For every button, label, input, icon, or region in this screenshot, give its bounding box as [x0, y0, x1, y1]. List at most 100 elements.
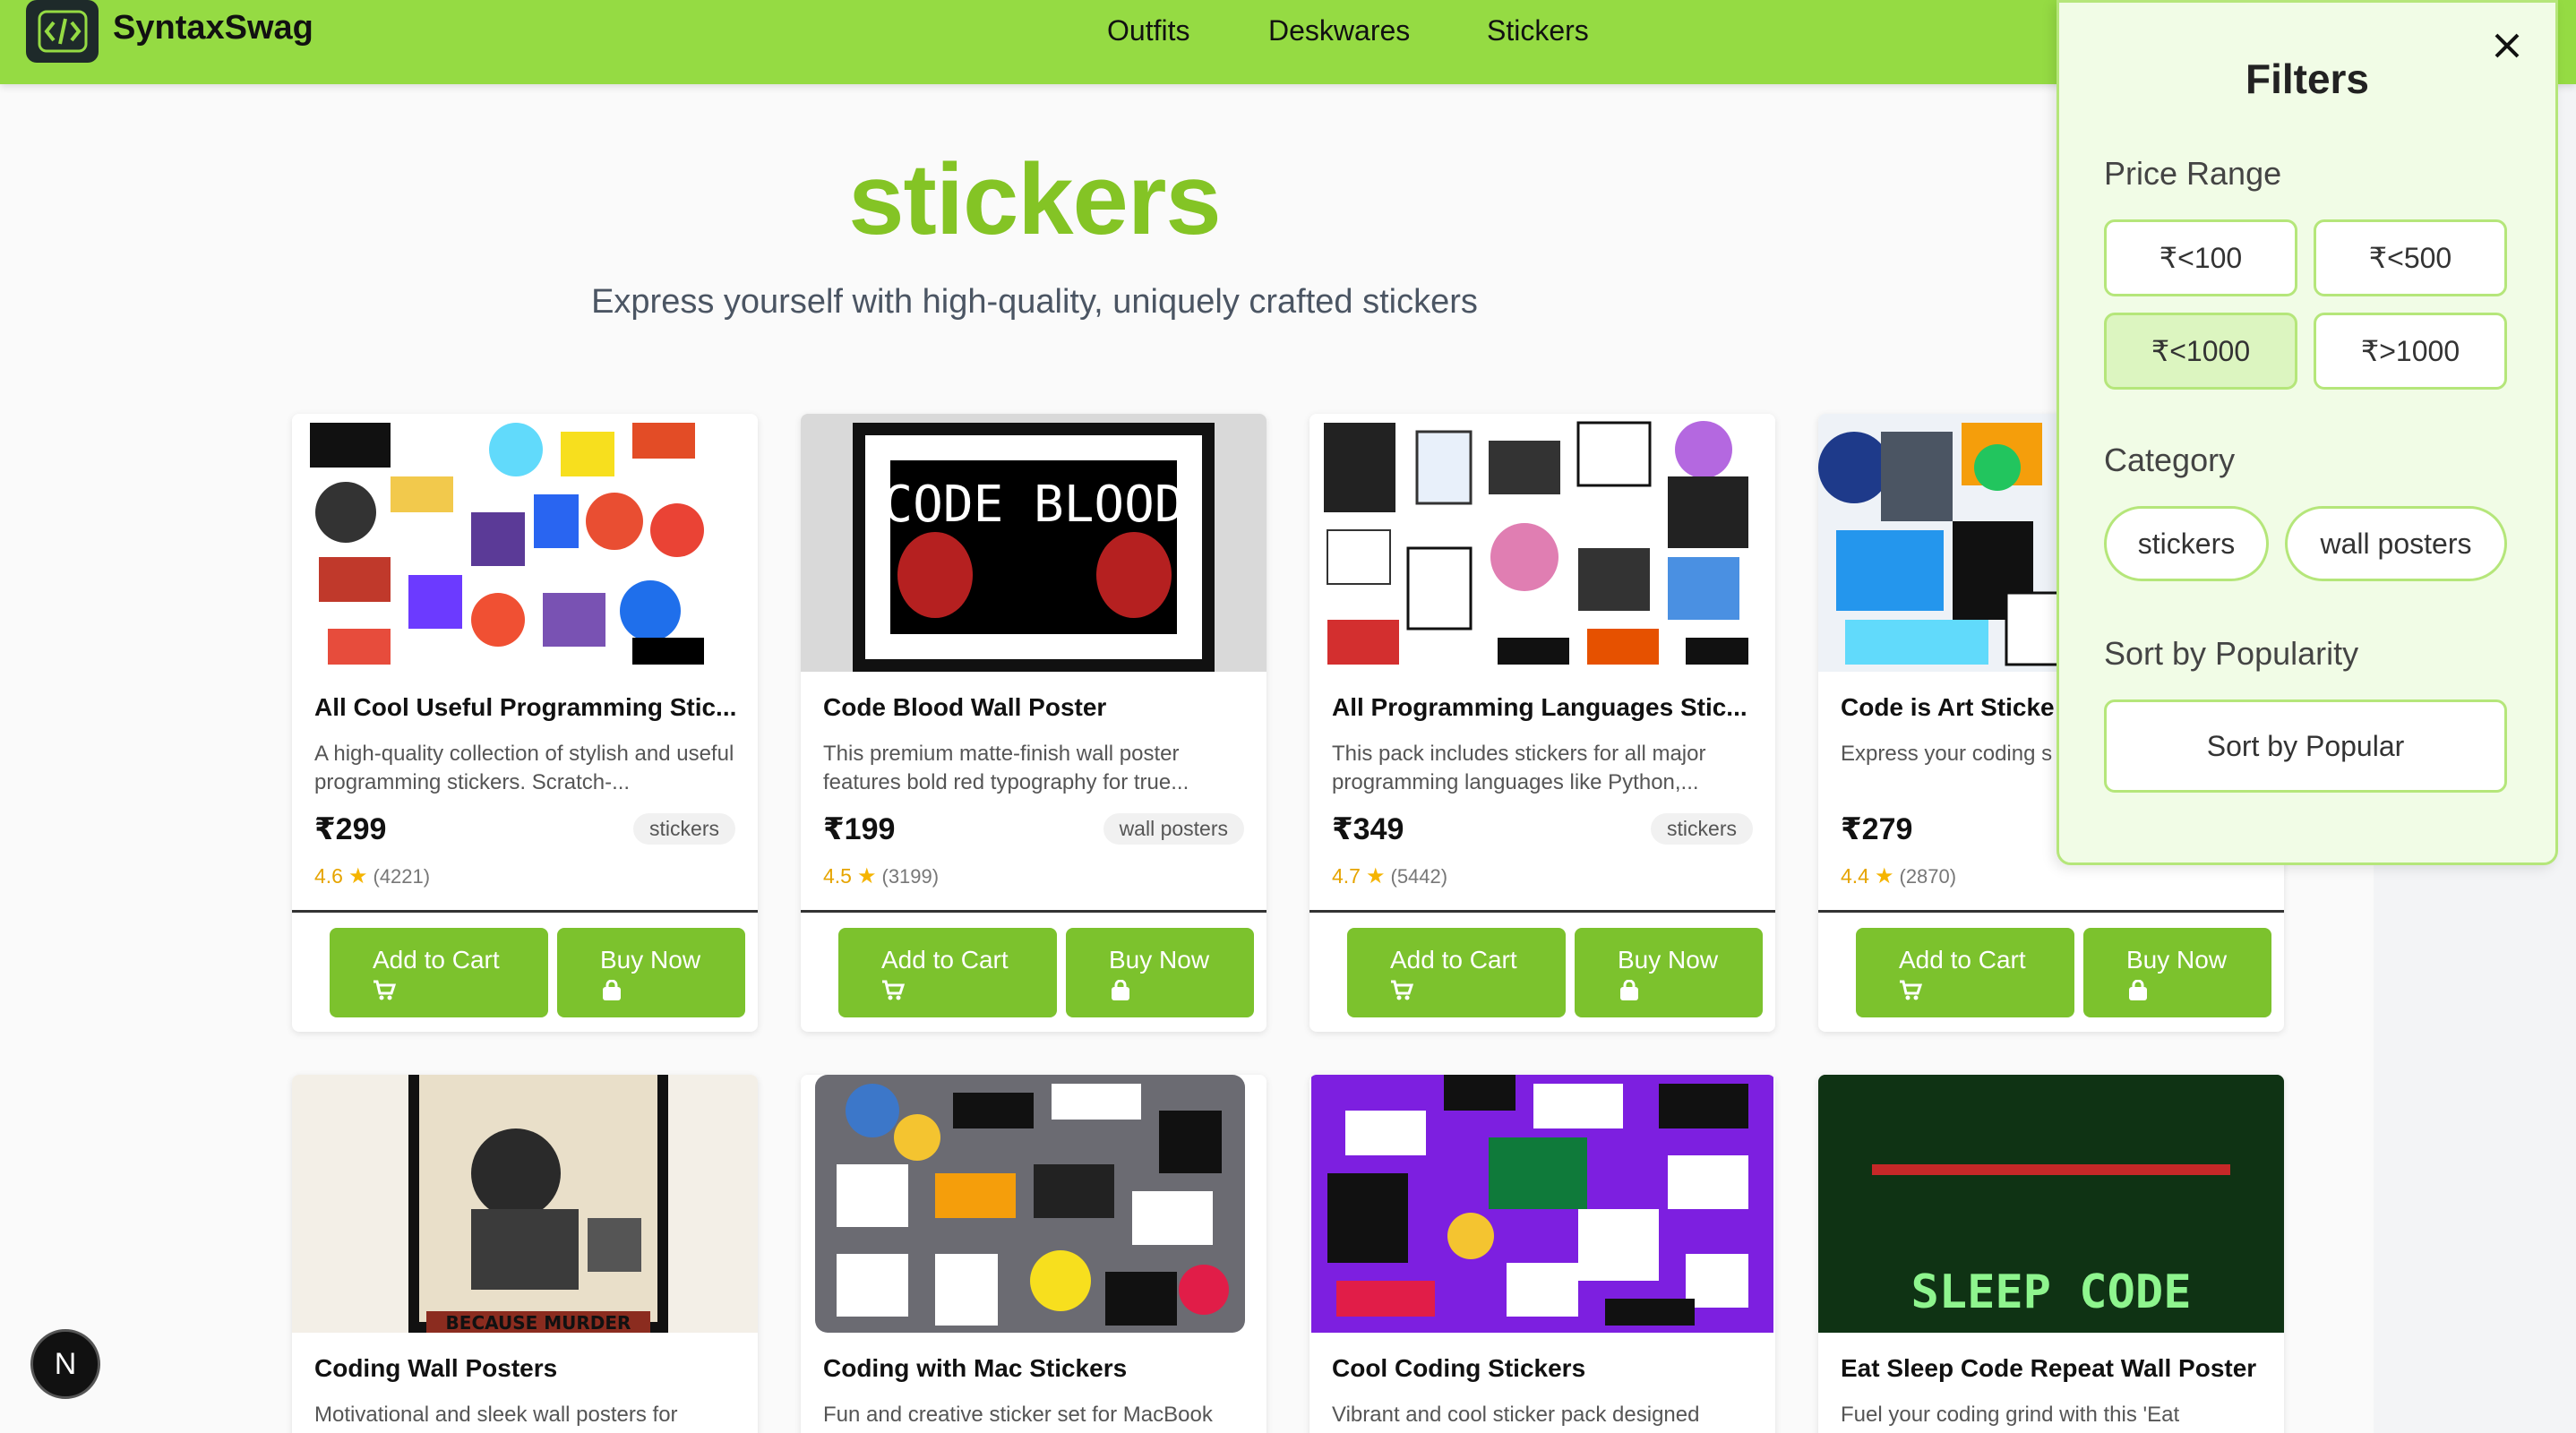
rating-value: 4.5 — [823, 864, 852, 888]
brand-name[interactable]: SyntaxSwag — [113, 9, 313, 47]
close-icon[interactable] — [2491, 30, 2523, 62]
rating-value: 4.7 — [1332, 864, 1361, 888]
product-rating: 4.4 ★ (2870) — [1841, 863, 1956, 889]
bag-icon — [2129, 980, 2147, 1000]
cart-icon — [882, 980, 905, 1000]
product-image[interactable]: CODE BLOOD — [801, 414, 1267, 672]
sort-heading: Sort by Popularity — [2104, 635, 2359, 672]
card-divider — [1818, 910, 2284, 913]
product-title[interactable]: Coding Wall Posters — [314, 1354, 740, 1383]
product-card[interactable]: Coding with Mac Stickers Fun and creativ… — [801, 1075, 1267, 1433]
filters-panel: Filters Price Range ₹<100 ₹<500 ₹<1000 ₹… — [2057, 0, 2558, 865]
star-icon: ★ — [348, 864, 368, 888]
buy-now-label: Buy Now — [600, 946, 701, 974]
add-to-cart-button[interactable]: Add to Cart — [1347, 928, 1566, 1017]
product-description: Fun and creative sticker set for MacBook — [823, 1403, 1213, 1427]
add-to-cart-button[interactable]: Add to Cart — [838, 928, 1057, 1017]
product-title[interactable]: Coding with Mac Stickers — [823, 1354, 1249, 1383]
add-to-cart-button[interactable]: Add to Cart — [1856, 928, 2074, 1017]
product-price: ₹199 — [823, 812, 896, 846]
card-divider — [1309, 910, 1775, 913]
price-filter-lt100[interactable]: ₹<100 — [2104, 219, 2297, 296]
image-caption: BECAUSE MURDER — [446, 1312, 631, 1333]
buy-now-button[interactable]: Buy Now — [557, 928, 745, 1017]
page-title: stickers — [848, 143, 1221, 255]
filters-title: Filters — [2245, 56, 2370, 102]
star-icon: ★ — [1365, 864, 1386, 888]
buy-now-button[interactable]: Buy Now — [2083, 928, 2271, 1017]
cart-icon — [1391, 980, 1413, 1000]
add-to-cart-button[interactable]: Add to Cart — [330, 928, 548, 1017]
star-icon: ★ — [1874, 864, 1894, 888]
buy-now-button[interactable]: Buy Now — [1575, 928, 1763, 1017]
review-count: (3199) — [881, 864, 940, 888]
product-title[interactable]: All Cool Useful Programming Stic... — [314, 693, 740, 722]
product-image[interactable] — [1309, 414, 1775, 672]
product-card[interactable]: All Programming Languages Stic... This p… — [1309, 414, 1775, 1032]
product-rating: 4.6 ★ (4221) — [314, 863, 430, 889]
product-rating: 4.7 ★ (5442) — [1332, 863, 1447, 889]
product-image[interactable]: BECAUSE MURDER — [292, 1075, 758, 1333]
product-description: This premium matte-finish wall poster fe… — [823, 742, 1189, 794]
add-to-cart-label: Add to Cart — [1899, 946, 2026, 974]
image-caption: SLEEP CODE — [1911, 1266, 2191, 1319]
rating-value: 4.4 — [1841, 864, 1869, 888]
product-description: Motivational and sleek wall posters for — [314, 1403, 678, 1427]
product-description: Vibrant and cool sticker pack designed — [1332, 1403, 1700, 1427]
cart-icon — [1900, 980, 1922, 1000]
image-caption: CODE BLOOD — [882, 476, 1184, 534]
category-badge: stickers — [633, 813, 735, 845]
product-title[interactable]: Cool Coding Stickers — [1332, 1354, 1757, 1383]
buy-now-button[interactable]: Buy Now — [1066, 928, 1254, 1017]
product-title[interactable]: All Programming Languages Stic... — [1332, 693, 1757, 722]
product-card[interactable]: Cool Coding Stickers Vibrant and cool st… — [1309, 1075, 1775, 1433]
product-price: ₹279 — [1841, 812, 1913, 846]
category-badge: stickers — [1651, 813, 1753, 845]
add-to-cart-label: Add to Cart — [881, 946, 1009, 974]
product-card[interactable]: CODE BLOOD Code Blood Wall Poster This p… — [801, 414, 1267, 1032]
review-count: (2870) — [1899, 864, 1957, 888]
code-brackets-icon[interactable] — [26, 0, 99, 63]
buy-now-label: Buy Now — [2126, 946, 2228, 974]
price-filter-lt500[interactable]: ₹<500 — [2314, 219, 2507, 296]
card-divider — [292, 910, 758, 913]
cart-icon — [374, 980, 396, 1000]
buy-now-label: Buy Now — [1109, 946, 1210, 974]
category-filter-stickers[interactable]: stickers — [2104, 506, 2269, 581]
nav-link-outfits[interactable]: Outfits — [1107, 14, 1189, 47]
price-filter-lt1000[interactable]: ₹<1000 — [2104, 313, 2297, 390]
product-description: Fuel your coding grind with this 'Eat — [1841, 1403, 2180, 1427]
review-count: (5442) — [1390, 864, 1448, 888]
category-badge: wall posters — [1103, 813, 1244, 845]
product-card[interactable]: All Cool Useful Programming Stic... A hi… — [292, 414, 758, 1032]
price-range-heading: Price Range — [2104, 155, 2282, 192]
product-rating: 4.5 ★ (3199) — [823, 863, 939, 889]
product-image[interactable]: SLEEP CODE — [1818, 1075, 2284, 1333]
star-icon: ★ — [856, 864, 877, 888]
bag-icon — [603, 980, 621, 1000]
sort-by-popular-button[interactable]: Sort by Popular — [2104, 699, 2507, 793]
bag-icon — [1620, 980, 1638, 1000]
product-description: This pack includes stickers for all majo… — [1332, 742, 1706, 794]
category-filter-wall-posters[interactable]: wall posters — [2285, 506, 2507, 581]
product-image[interactable] — [801, 1075, 1267, 1333]
add-to-cart-label: Add to Cart — [373, 946, 500, 974]
product-price: ₹349 — [1332, 812, 1404, 846]
page-subtitle: Express yourself with high-quality, uniq… — [591, 283, 1478, 321]
nav-link-deskwares[interactable]: Deskwares — [1268, 14, 1410, 47]
product-price: ₹299 — [314, 812, 387, 846]
product-card[interactable]: SLEEP CODE Eat Sleep Code Repeat Wall Po… — [1818, 1075, 2284, 1433]
dev-tools-badge[interactable]: N — [30, 1329, 100, 1399]
card-divider — [801, 910, 1267, 913]
product-title[interactable]: Code Blood Wall Poster — [823, 693, 1249, 722]
product-description: A high-quality collection of stylish and… — [314, 742, 734, 794]
price-filter-gt1000[interactable]: ₹>1000 — [2314, 313, 2507, 390]
product-title[interactable]: Eat Sleep Code Repeat Wall Poster — [1841, 1354, 2266, 1383]
rating-value: 4.6 — [314, 864, 343, 888]
buy-now-label: Buy Now — [1618, 946, 1719, 974]
nav-link-stickers[interactable]: Stickers — [1487, 14, 1589, 47]
product-image[interactable] — [292, 414, 758, 672]
review-count: (4221) — [373, 864, 431, 888]
product-card[interactable]: BECAUSE MURDER Coding Wall Posters Motiv… — [292, 1075, 758, 1433]
product-image[interactable] — [1309, 1075, 1775, 1333]
